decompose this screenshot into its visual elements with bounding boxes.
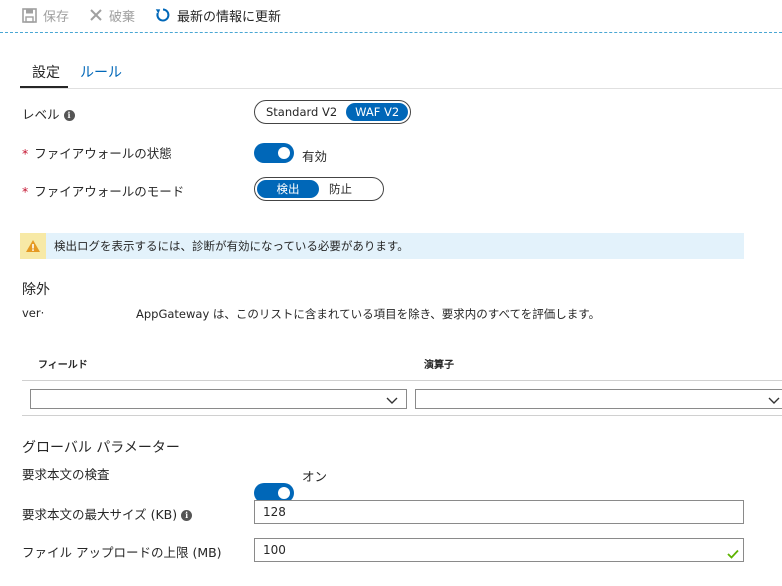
file-upload-limit-input[interactable]: 100: [254, 538, 744, 562]
tier-option-standard-v2[interactable]: Standard V2: [257, 103, 346, 121]
firewall-mode-label-text: ファイアウォールのモード: [34, 184, 185, 199]
operator-select[interactable]: [415, 389, 782, 409]
mode-option-prevention[interactable]: 防止: [319, 180, 362, 198]
global-params-title: グローバル パラメーター: [22, 440, 180, 456]
discard-button[interactable]: 破棄: [89, 0, 135, 30]
refresh-icon: [155, 7, 171, 23]
firewall-status-value: 有効: [302, 149, 328, 164]
file-upload-limit-label: ファイル アップロードの上限 (MB): [22, 545, 222, 560]
chevron-down-icon: [386, 394, 398, 408]
info-banner: 検出ログを表示するには、診断が有効になっている必要があります。: [20, 233, 744, 259]
toggle-knob: [278, 487, 290, 499]
info-icon[interactable]: i: [181, 510, 193, 521]
max-body-size-label: 要求本文の最大サイズ (KB) i: [22, 504, 193, 523]
chevron-down-icon: [768, 394, 780, 408]
tab-rules[interactable]: ルール: [80, 62, 122, 82]
exclusions-desc-prefix: ver·: [22, 306, 45, 320]
save-icon: [22, 7, 37, 23]
field-select[interactable]: [30, 389, 407, 409]
banner-text: 検出ログを表示するには、診断が有効になっている必要があります。: [54, 239, 409, 253]
table-header-divider: [22, 380, 782, 381]
toggle-knob: [278, 147, 290, 159]
tier-label: レベル i: [22, 104, 75, 123]
max-body-size-label-text: 要求本文の最大サイズ (KB): [22, 507, 178, 522]
firewall-mode-selector[interactable]: 検出 防止: [254, 177, 384, 201]
max-body-size-input[interactable]: 128: [254, 500, 744, 524]
column-header-operator: 演算子: [424, 360, 454, 371]
firewall-status-toggle[interactable]: [254, 143, 294, 163]
tier-selector[interactable]: Standard V2 WAF V2: [254, 100, 412, 124]
required-mark: *: [22, 184, 29, 199]
body-inspection-value: オン: [302, 469, 328, 484]
close-icon: [89, 8, 103, 22]
firewall-status-label-text: ファイアウォールの状態: [34, 146, 172, 161]
checkmark-icon: [727, 544, 739, 566]
column-header-field: フィールド: [38, 360, 88, 371]
tier-option-waf-v2[interactable]: WAF V2: [346, 103, 409, 121]
exclusions-title: 除外: [22, 282, 50, 298]
save-button[interactable]: 保存: [22, 0, 69, 30]
firewall-status-label: * ファイアウォールの状態: [22, 143, 172, 162]
tier-label-text: レベル: [22, 107, 60, 122]
exclusions-description: AppGateway は、このリストに含まれている項目を除き、要求内のすべてを評…: [136, 307, 601, 321]
firewall-mode-label: * ファイアウォールのモード: [22, 181, 184, 200]
tab-settings[interactable]: 設定: [32, 62, 60, 82]
save-label: 保存: [43, 9, 70, 25]
discard-label: 破棄: [109, 9, 136, 25]
warning-icon: [20, 233, 46, 259]
required-mark: *: [22, 146, 29, 161]
info-icon[interactable]: i: [63, 110, 75, 121]
file-upload-limit-value: 100: [263, 543, 286, 557]
command-bar: 保存 破棄 最新の情報に更新: [0, 0, 782, 33]
body-inspection-label: 要求本文の検査: [22, 467, 110, 482]
refresh-label: 最新の情報に更新: [177, 9, 282, 25]
refresh-button[interactable]: 最新の情報に更新: [155, 0, 281, 30]
tab-divider: [20, 88, 782, 89]
mode-option-detection[interactable]: 検出: [257, 180, 319, 198]
table-row-divider: [22, 415, 782, 416]
